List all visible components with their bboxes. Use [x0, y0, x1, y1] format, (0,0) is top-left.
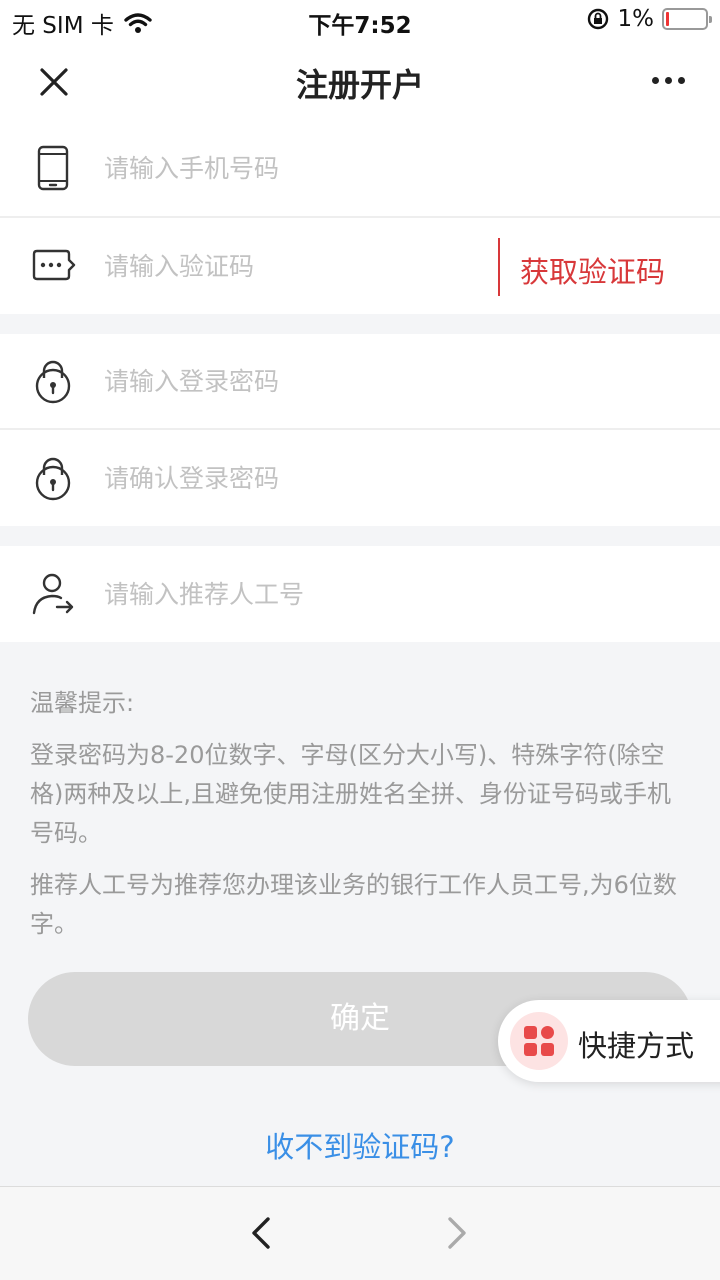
page-title: 注册开户: [295, 66, 424, 104]
grid-icon: [510, 1012, 568, 1070]
phone-input[interactable]: [104, 154, 484, 183]
more-dot: [651, 76, 659, 84]
tips-title: 温馨提示:: [30, 689, 135, 717]
more-dot: [677, 76, 685, 84]
nav-bar: 注册开户: [0, 40, 720, 120]
referrer-row: [0, 546, 720, 642]
chevron-right-icon[interactable]: [434, 1211, 478, 1255]
password-row: [0, 334, 720, 428]
separator: [498, 238, 500, 296]
bottom-nav-bar: [0, 1186, 720, 1280]
grid-icon-glyph: [524, 1026, 554, 1056]
tips-referrer-rule: 推荐人工号为推荐您办理该业务的银行工作人员工号,为6位数字。: [30, 871, 677, 938]
chevron-left-icon[interactable]: [240, 1211, 284, 1255]
get-code-button[interactable]: 获取验证码: [520, 249, 665, 291]
battery-fill: [666, 12, 669, 26]
lock-icon: [35, 457, 71, 501]
more-icon[interactable]: [644, 56, 692, 104]
confirm-password-input[interactable]: [104, 464, 484, 493]
referrer-input[interactable]: [104, 580, 484, 609]
lock-icon: [35, 360, 71, 404]
tips-password-rule: 登录密码为8-20位数字、字母(区分大小写)、特殊字符(除空格)两种及以上,且避…: [30, 741, 671, 847]
confirm-password-row: [0, 430, 720, 526]
battery-icon: [662, 8, 712, 30]
phone-icon: [37, 145, 69, 191]
status-right: 1%: [586, 6, 712, 32]
message-icon: [32, 249, 76, 281]
shortcut-button[interactable]: 快捷方式: [498, 1000, 720, 1082]
password-input[interactable]: [104, 367, 484, 396]
user-icon: [32, 573, 74, 615]
sms-code-input[interactable]: [104, 252, 474, 281]
more-dot: [664, 76, 672, 84]
sms-code-row: 获取验证码: [0, 218, 720, 314]
no-code-link[interactable]: 收不到验证码?: [0, 1124, 720, 1166]
phone-row: [0, 120, 720, 216]
shortcut-label: 快捷方式: [578, 1029, 695, 1063]
status-bar: 无 SIM 卡 下午7:52 1%: [0, 0, 720, 40]
battery-percent: 1%: [617, 6, 655, 32]
rotation-lock-icon: [587, 8, 608, 30]
